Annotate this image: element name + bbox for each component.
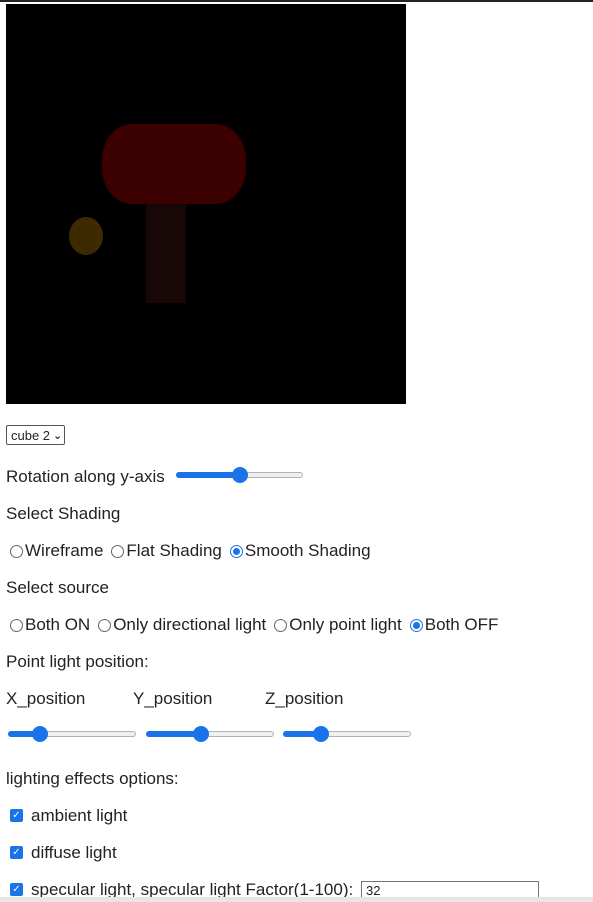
z-position-slider[interactable] xyxy=(283,726,411,742)
webgl-canvas[interactable] xyxy=(6,4,406,404)
y-position-label: Y_position xyxy=(133,689,213,708)
object-select[interactable]: cube 2 ⌄ xyxy=(6,425,66,445)
radio-wireframe[interactable]: Wireframe xyxy=(6,541,103,561)
radio-only-directional[interactable]: Only directional light xyxy=(94,615,266,635)
x-position-label: X_position xyxy=(6,689,86,708)
shading-heading: Select Shading xyxy=(6,504,121,523)
x-position-slider[interactable] xyxy=(8,726,136,742)
y-position-slider[interactable] xyxy=(146,726,274,742)
source-heading: Select source xyxy=(6,578,109,597)
rotation-slider[interactable] xyxy=(176,467,303,483)
diffuse-label: diffuse light xyxy=(31,843,117,862)
shading-options: Wireframe Flat Shading Smooth Shading xyxy=(6,541,375,561)
chevron-down-icon: ⌄ xyxy=(53,429,63,442)
lighting-heading: lighting effects options: xyxy=(6,769,179,788)
radio-flat-shading[interactable]: Flat Shading xyxy=(107,541,222,561)
lamp-stem xyxy=(146,199,186,303)
radio-both-off[interactable]: Both OFF xyxy=(406,615,498,635)
diffuse-checkbox[interactable]: ✓ xyxy=(10,846,23,859)
radio-only-point[interactable]: Only point light xyxy=(270,615,402,635)
horizontal-scrollbar[interactable] xyxy=(0,897,593,902)
specular-checkbox[interactable]: ✓ xyxy=(10,883,23,896)
ambient-checkbox[interactable]: ✓ xyxy=(10,809,23,822)
point-light-heading: Point light position: xyxy=(6,652,149,671)
point-light-source xyxy=(69,217,103,255)
lamp-head xyxy=(102,124,246,204)
rotation-label: Rotation along y-axis xyxy=(6,467,165,486)
radio-both-on[interactable]: Both ON xyxy=(6,615,90,635)
source-options: Both ON Only directional light Only poin… xyxy=(6,615,502,635)
top-border xyxy=(0,0,593,2)
object-select-value: cube 2 xyxy=(11,427,51,443)
radio-smooth-shading[interactable]: Smooth Shading xyxy=(226,541,371,561)
z-position-label: Z_position xyxy=(265,689,344,708)
ambient-label: ambient light xyxy=(31,806,128,825)
